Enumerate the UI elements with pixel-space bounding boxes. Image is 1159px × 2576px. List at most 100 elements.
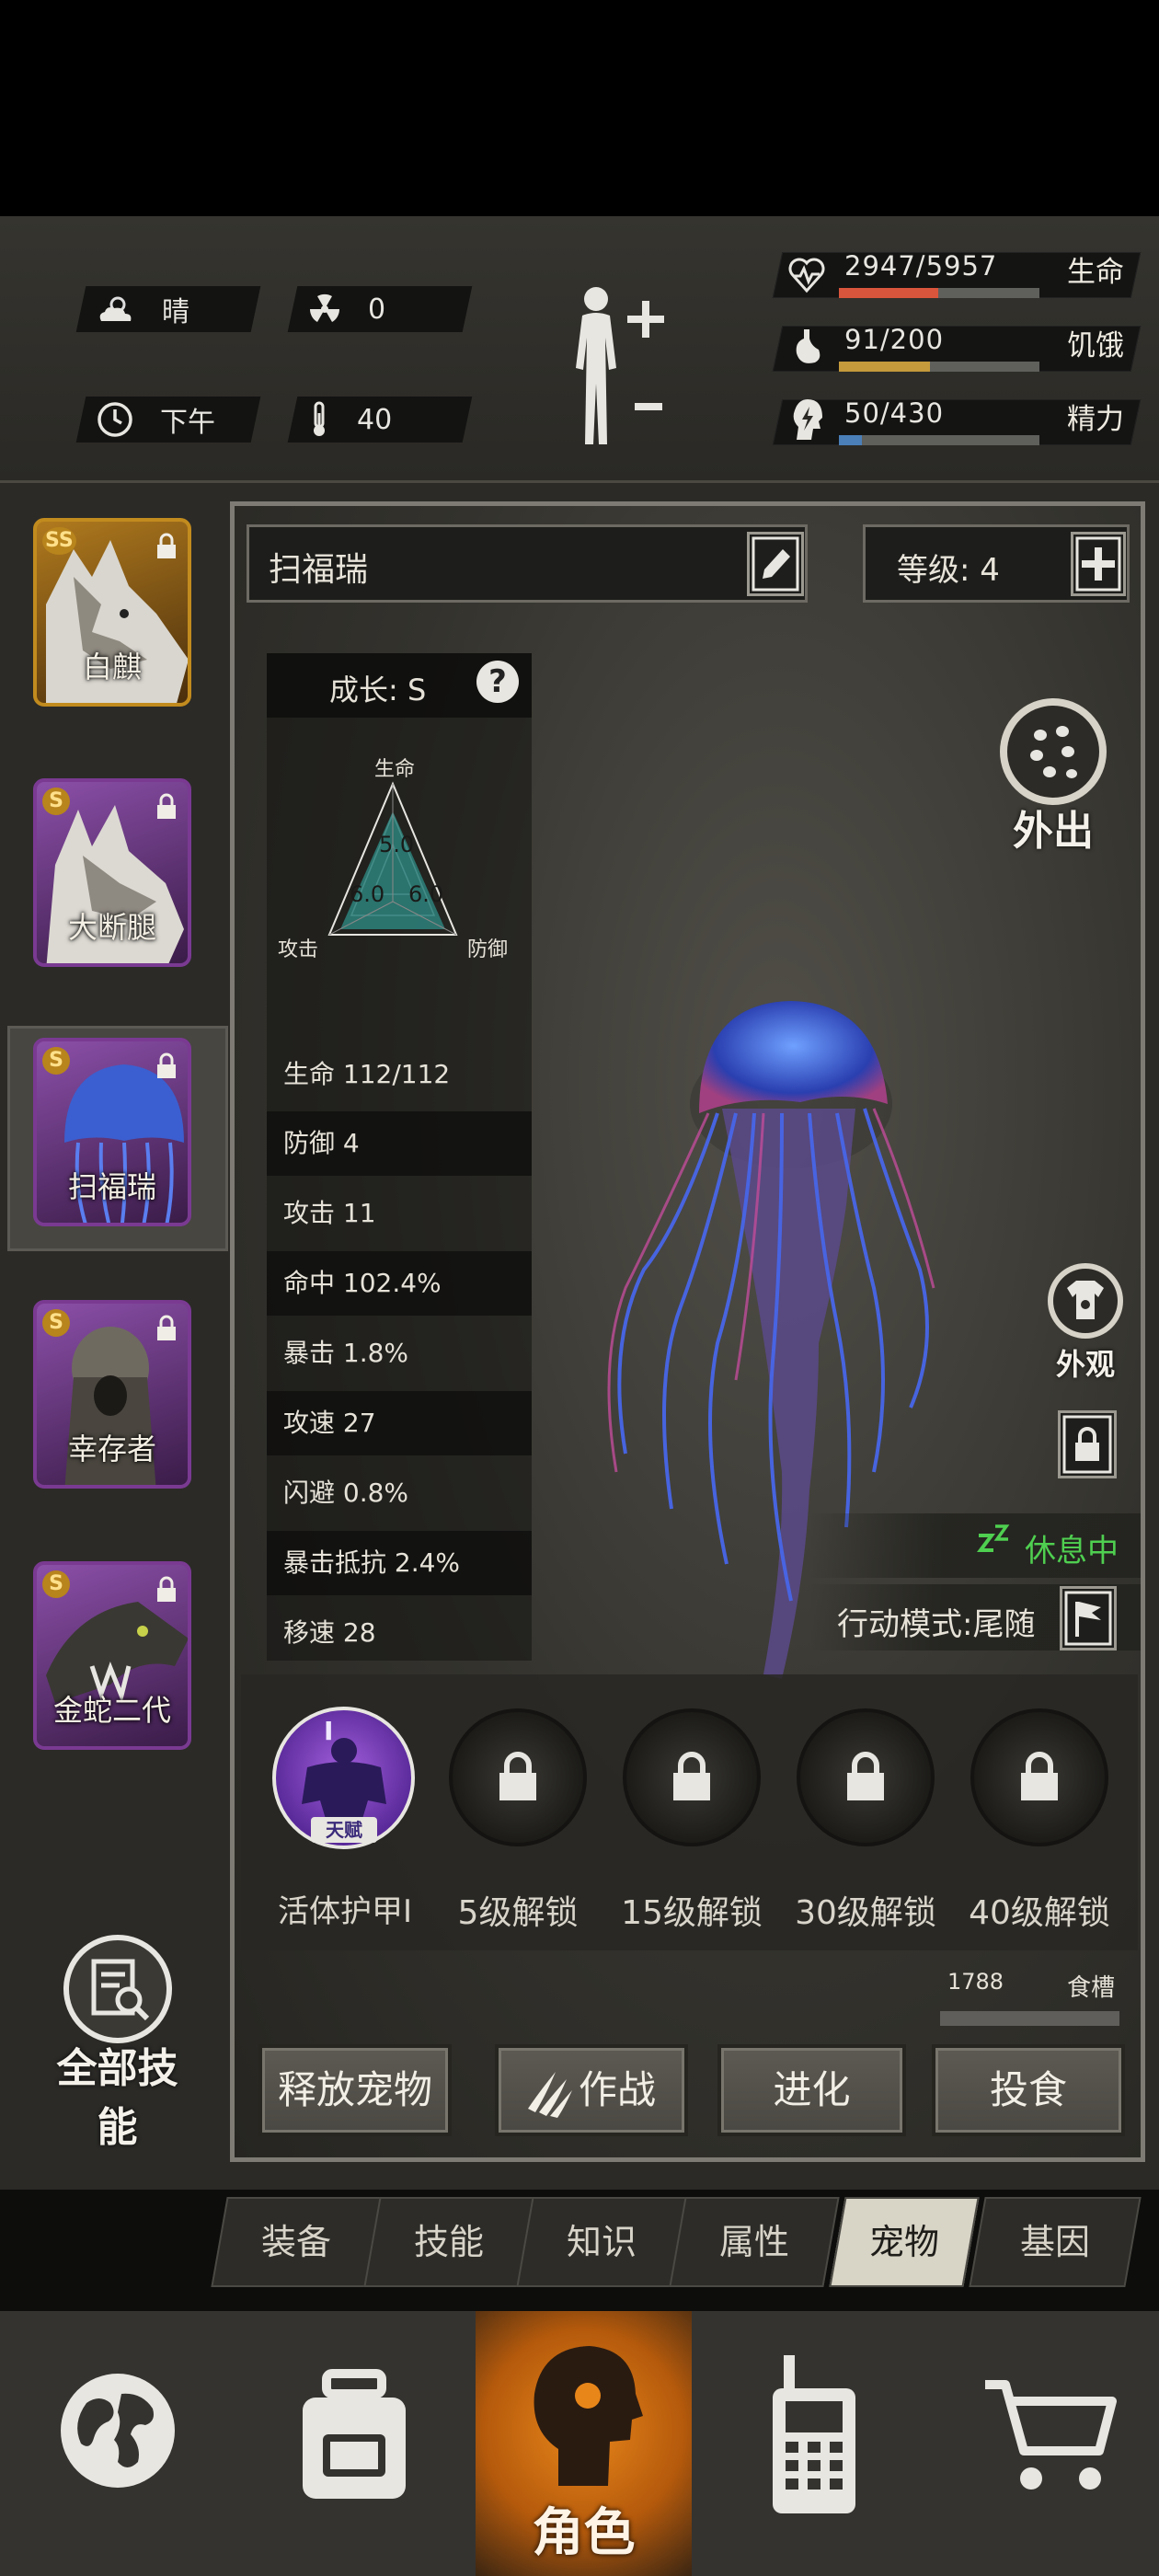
appearance-lock-button[interactable] xyxy=(1058,1410,1117,1478)
skill-level-numeral: I xyxy=(324,1716,334,1746)
weather-pill: 晴 xyxy=(75,286,261,332)
food-value: 1788 xyxy=(947,1969,1004,1995)
lock-icon xyxy=(157,1052,176,1078)
fight-button[interactable]: 作战 xyxy=(495,2044,688,2136)
radiation-value: 0 xyxy=(368,293,386,326)
shirt-paw-icon xyxy=(1048,1263,1123,1339)
help-button[interactable]: ? xyxy=(476,661,519,703)
radar-label-left: 攻击 xyxy=(278,938,319,961)
pet-card-baiqi[interactable]: SS 白麒 xyxy=(33,518,191,707)
lock-icon xyxy=(157,793,176,819)
tab-attributes[interactable]: 属性 xyxy=(669,2197,840,2287)
tab-equipment[interactable]: 装备 xyxy=(211,2197,382,2287)
nav-character[interactable]: 角色 xyxy=(476,2311,692,2576)
appearance-label: 外观 xyxy=(1055,1347,1115,1382)
stat-move-speed: 移速 28 xyxy=(283,1617,376,1648)
hunger-meter xyxy=(839,362,1039,372)
skill-label: 5级解锁 xyxy=(457,1894,579,1932)
radiation-pill: 0 xyxy=(287,286,473,332)
tab-label: 装备 xyxy=(260,2222,331,2262)
stat-dodge: 闪避 0.8% xyxy=(283,1478,409,1508)
tab-genes[interactable]: 基因 xyxy=(969,2197,1142,2287)
pet-card-jinshe[interactable]: S 金蛇二代 xyxy=(33,1561,191,1750)
tab-knowledge[interactable]: 知识 xyxy=(516,2197,687,2287)
tab-skills[interactable]: 技能 xyxy=(363,2197,534,2287)
lock-icon xyxy=(673,1752,710,1800)
locked-skill-slot[interactable] xyxy=(449,1708,587,1846)
release-pet-button[interactable]: 释放宠物 xyxy=(258,2044,452,2136)
action-mode-text: 行动模式:尾随 xyxy=(837,1606,1036,1643)
pet-card-daduantui[interactable]: S 大断腿 xyxy=(33,778,191,967)
stat-defense: 防御 4 xyxy=(267,1111,532,1176)
nav-radio[interactable] xyxy=(692,2311,926,2576)
walkie-talkie-icon xyxy=(773,2355,855,2513)
nav-map[interactable] xyxy=(0,2311,235,2576)
pet-name: 大断腿 xyxy=(67,910,156,945)
thermometer-icon xyxy=(314,401,325,436)
lock-icon xyxy=(499,1752,536,1800)
pet-card-saofurui[interactable]: S 扫福瑞 xyxy=(33,1038,191,1226)
weather-icon xyxy=(99,296,132,321)
skill-label: 活体护甲Ⅰ xyxy=(277,1893,413,1930)
weather-value: 晴 xyxy=(162,296,189,328)
stat-crit: 暴击 1.8% xyxy=(283,1338,409,1368)
radiation-icon xyxy=(309,293,340,322)
tab-label: 技能 xyxy=(413,2222,484,2262)
human-figure-icon xyxy=(576,287,664,444)
pet-name-display: 扫福瑞 xyxy=(269,551,369,589)
pencil-icon xyxy=(752,536,799,592)
locked-skill-slot[interactable] xyxy=(623,1708,761,1846)
hunger-label: 饥饿 xyxy=(1067,329,1124,362)
lock-icon xyxy=(1021,1752,1058,1800)
radar-label-right: 防御 xyxy=(467,938,509,961)
pet-name: 金蛇二代 xyxy=(52,1693,171,1728)
skill-label: 30级解锁 xyxy=(795,1894,936,1932)
temperature-pill: 40 xyxy=(287,397,473,443)
locked-skill-slot[interactable] xyxy=(970,1708,1108,1846)
armor-body-icon xyxy=(302,1738,386,1819)
level-up-button[interactable] xyxy=(1071,532,1126,596)
sleep-icon xyxy=(977,1524,1010,1552)
tab-label: 基因 xyxy=(1019,2222,1090,2262)
tab-pets[interactable]: 宠物 xyxy=(829,2197,980,2287)
rank-badge: S xyxy=(42,1047,70,1075)
tab-label: 知识 xyxy=(566,2222,637,2262)
time-value: 下午 xyxy=(160,407,215,439)
all-skills-button[interactable]: 全部技能 xyxy=(37,1932,198,2151)
rename-button[interactable] xyxy=(747,532,804,596)
energy-value: 50/430 xyxy=(844,397,945,429)
evolve-button[interactable]: 进化 xyxy=(717,2044,906,2136)
outing-button[interactable]: 外出 xyxy=(993,695,1113,856)
skill-label: 15级解锁 xyxy=(621,1894,763,1932)
stat-crit-resist: 暴击抵抗 2.4% xyxy=(267,1531,532,1595)
time-pill: 下午 xyxy=(75,397,261,443)
rest-status-text: 休息中 xyxy=(1025,1533,1119,1570)
nav-backpack[interactable] xyxy=(235,2311,476,2576)
stat-health: 生命 112/112 xyxy=(283,1059,451,1089)
lock-icon xyxy=(157,533,176,558)
clock-icon xyxy=(98,402,132,437)
paw-prints-icon xyxy=(1000,698,1107,805)
outing-label: 外出 xyxy=(1013,808,1094,855)
action-mode-button[interactable] xyxy=(1060,1586,1117,1650)
locked-skill-slot[interactable] xyxy=(797,1708,935,1846)
energy-label: 精力 xyxy=(1067,403,1124,436)
all-skills-label: 全部技能 xyxy=(56,2045,178,2151)
feed-button[interactable]: 投食 xyxy=(932,2044,1125,2136)
appearance-button[interactable]: 外观 xyxy=(1039,1260,1131,1385)
pet-name: 扫福瑞 xyxy=(67,1169,156,1204)
energy-meter xyxy=(839,435,1039,445)
tab-label: 属性 xyxy=(718,2222,789,2262)
skill-search-icon xyxy=(63,1935,172,2043)
pet-card-xingcunzhe[interactable]: S 幸存者 xyxy=(33,1300,191,1489)
body-status-button[interactable] xyxy=(559,281,670,451)
rank-badge: S xyxy=(42,1570,70,1598)
talent-skill-slot[interactable]: I 天赋 xyxy=(272,1707,415,1849)
food-meter xyxy=(940,2011,1119,2026)
heart-rate-icon xyxy=(788,258,825,293)
radar-value-top: 5.0 xyxy=(379,832,415,857)
tab-label: 宠物 xyxy=(868,2222,939,2262)
food-label: 食槽 xyxy=(1067,1974,1116,2002)
rank-badge: SS xyxy=(42,527,76,555)
nav-shop[interactable] xyxy=(926,2311,1159,2576)
